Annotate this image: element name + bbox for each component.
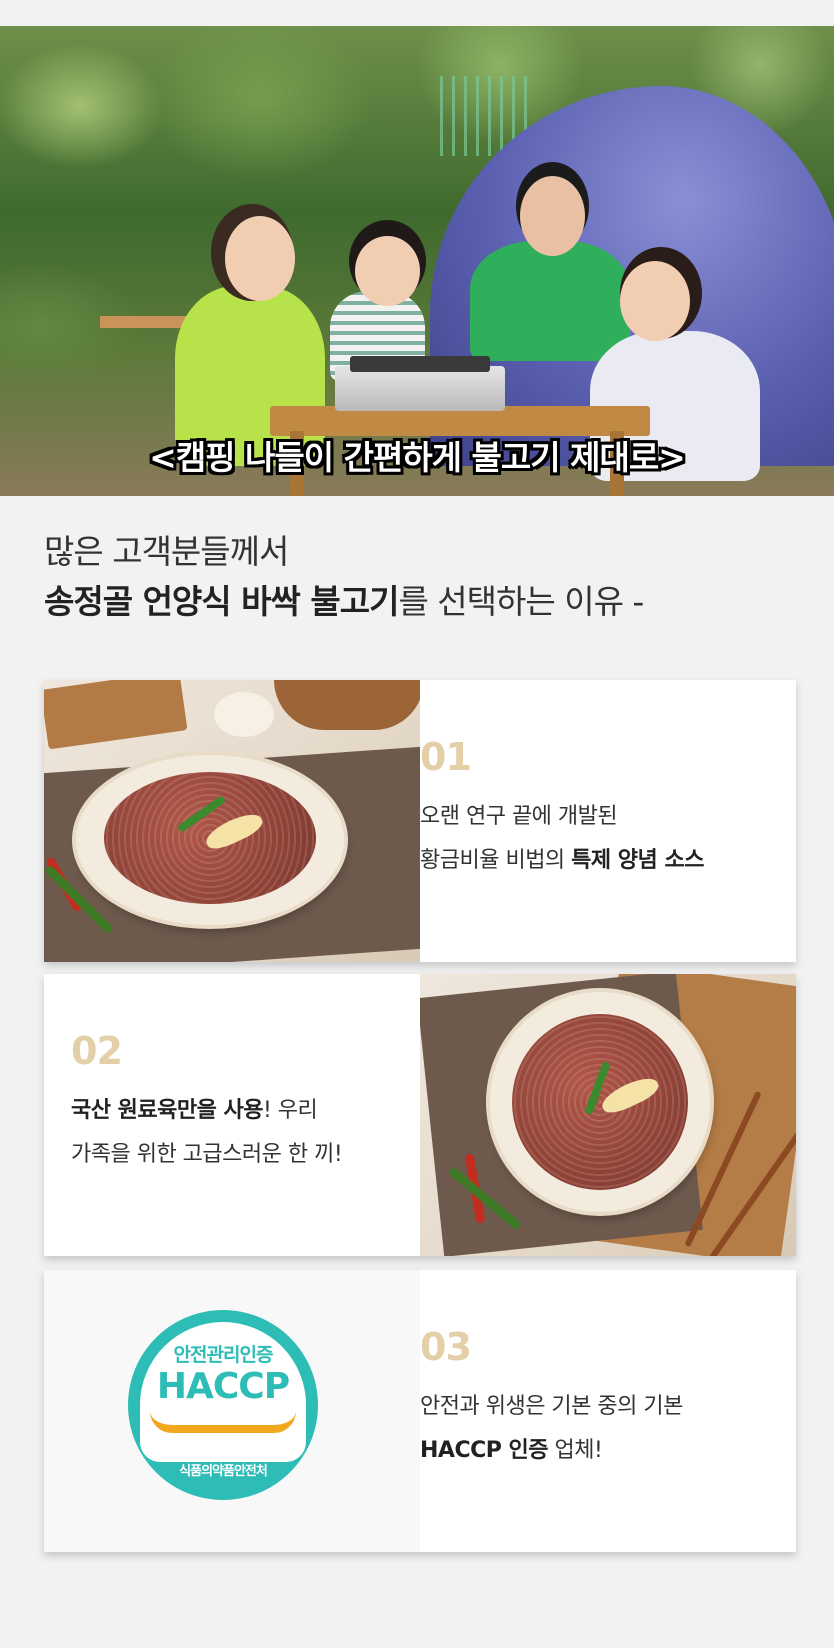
desc-line2-rest: 업체! [548,1438,603,1463]
food-photo [420,974,796,1256]
bulgogi-patty [512,1014,688,1190]
card-text: 02 국산 원료육만을 사용! 우리 가족을 위한 고급스러운 한 끼! [44,974,420,1256]
daughter-head [620,261,690,341]
card-description: 오랜 연구 끝에 개발된 황금비율 비법의 특제 양념 소스 [420,795,704,883]
headline-line1: 많은 고객분들께서 [44,532,289,571]
badge-swoosh [150,1411,296,1433]
child-head [355,236,420,306]
headline-line2: 송정골 언양식 바싹 불고기를 선택하는 이유 - [44,581,644,622]
mother-head [225,216,295,301]
section-headline: 많은 고객분들께서 송정골 언양식 바싹 불고기를 선택하는 이유 - [44,532,644,622]
reason-card-01: 01 오랜 연구 끝에 개발된 황금비율 비법의 특제 양념 소스 [44,680,796,962]
desc-line2: 가족을 위한 고급스러운 한 끼! [71,1142,343,1167]
haccp-badge: 안전관리인증 HACCP 식품의약품안전처 [128,1310,318,1500]
desc-line1: 국산 원료육만을 사용! 우리 [71,1089,342,1133]
headline-line2-rest: 를 선택하는 이유 - [398,581,644,621]
desc-line2: 황금비율 비법의 특제 양념 소스 [420,839,704,883]
reason-card-02: 02 국산 원료육만을 사용! 우리 가족을 위한 고급스러운 한 끼! [44,974,796,1256]
card-number: 02 [71,1029,123,1073]
hero-photo: <캠핑 나들이 간편하게 불고기 제대로> [0,26,834,496]
desc-highlight: 국산 원료육만을 사용 [71,1098,263,1123]
food-photo [44,680,420,962]
badge-haccp-text: HACCP [156,1366,290,1407]
desc-line1: 안전과 위생은 기본 중의 기본 [420,1394,683,1419]
card-number: 03 [420,1325,472,1369]
grill-plate [350,356,490,372]
portable-grill [335,366,505,411]
hero-caption: <캠핑 나들이 간편하게 불고기 제대로> [149,438,686,477]
desc-highlight: HACCP 인증 [420,1438,549,1463]
card-description: 국산 원료육만을 사용! 우리 가족을 위한 고급스러운 한 끼! [71,1089,343,1177]
card-text: 01 오랜 연구 끝에 개발된 황금비율 비법의 특제 양념 소스 [420,680,796,962]
card-number: 01 [420,735,472,779]
father-figure [470,241,630,361]
card-text: 03 안전과 위생은 기본 중의 기본 HACCP 인증 업체! [420,1270,796,1552]
reason-card-03: 안전관리인증 HACCP 식품의약품안전처 03 안전과 위생은 기본 중의 기… [44,1270,796,1552]
headline-product-name: 송정골 언양식 바싹 불고기 [44,581,399,621]
desc-line1-rest: ! 우리 [262,1098,318,1123]
desc-line1: 오랜 연구 끝에 개발된 [420,804,618,829]
desc-highlight: 특제 양념 소스 [571,848,704,873]
badge-bottom-text: 식품의약품안전처 [179,1464,268,1479]
desc-line2-pre: 황금비율 비법의 [420,848,572,873]
card-description: 안전과 위생은 기본 중의 기본 HACCP 인증 업체! [420,1385,683,1473]
badge-top-text: 안전관리인증 [173,1344,274,1366]
onion [214,692,274,737]
haccp-panel: 안전관리인증 HACCP 식품의약품안전처 [44,1270,420,1552]
father-head [520,176,585,256]
desc-line2: HACCP 인증 업체! [420,1429,683,1473]
